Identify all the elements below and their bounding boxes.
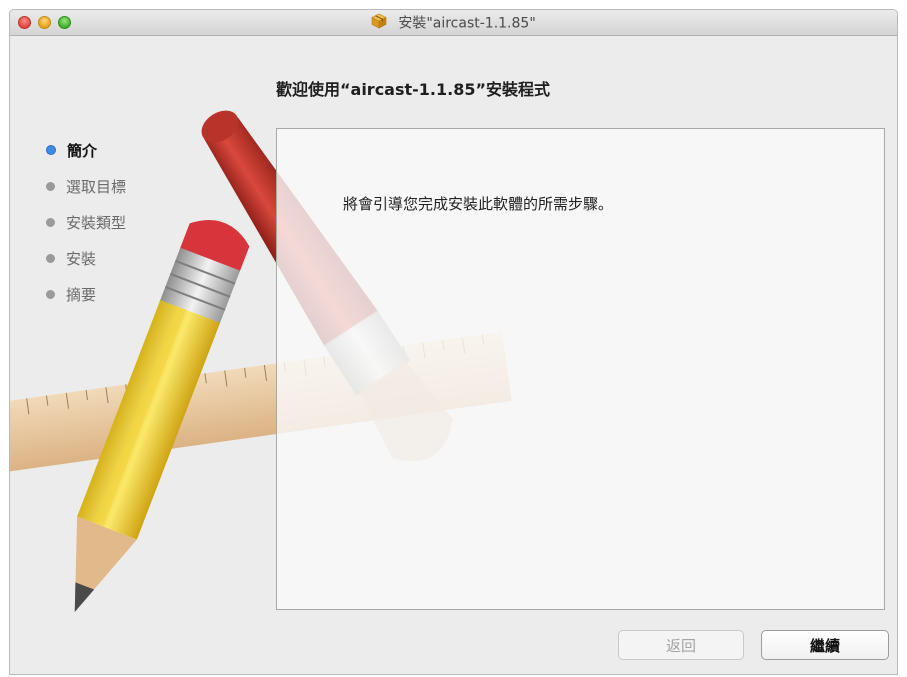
window-title-area: 安裝"aircast-1.1.85" — [10, 10, 897, 36]
step-installation-type: 安裝類型 — [46, 204, 126, 240]
step-label: 簡介 — [67, 141, 98, 160]
step-installation: 安裝 — [46, 240, 126, 276]
step-indicator-icon — [46, 181, 55, 191]
package-icon — [371, 11, 387, 37]
step-label: 選取目標 — [66, 177, 127, 196]
back-button[interactable]: 返回 — [618, 630, 744, 660]
window-title: 安裝"aircast-1.1.85" — [398, 15, 536, 32]
step-destination-select: 選取目標 — [46, 168, 126, 204]
steps-sidebar: 簡介 選取目標 安裝類型 安裝 摘要 — [46, 132, 126, 312]
step-label: 安裝類型 — [66, 213, 127, 232]
step-indicator-icon — [46, 289, 55, 299]
continue-button[interactable]: 繼續 — [761, 630, 889, 660]
installer-window: 安裝"aircast-1.1.85" 歡迎使用“aircast-1.1.85”安… — [9, 9, 898, 675]
step-indicator-icon — [46, 217, 55, 227]
step-indicator-icon — [46, 253, 55, 263]
title-bar: 安裝"aircast-1.1.85" — [10, 10, 897, 36]
step-summary: 摘要 — [46, 276, 126, 312]
step-label: 安裝 — [66, 249, 97, 268]
page-heading: 歡迎使用“aircast-1.1.85”安裝程式 — [276, 80, 550, 99]
intro-message: 將會引導您完成安裝此軟體的所需步驟。 — [343, 195, 614, 213]
active-step-indicator-icon — [46, 145, 56, 155]
step-introduction: 簡介 — [46, 132, 126, 168]
step-label: 摘要 — [66, 285, 97, 304]
content-panel: 將會引導您完成安裝此軟體的所需步驟。 — [276, 128, 885, 610]
